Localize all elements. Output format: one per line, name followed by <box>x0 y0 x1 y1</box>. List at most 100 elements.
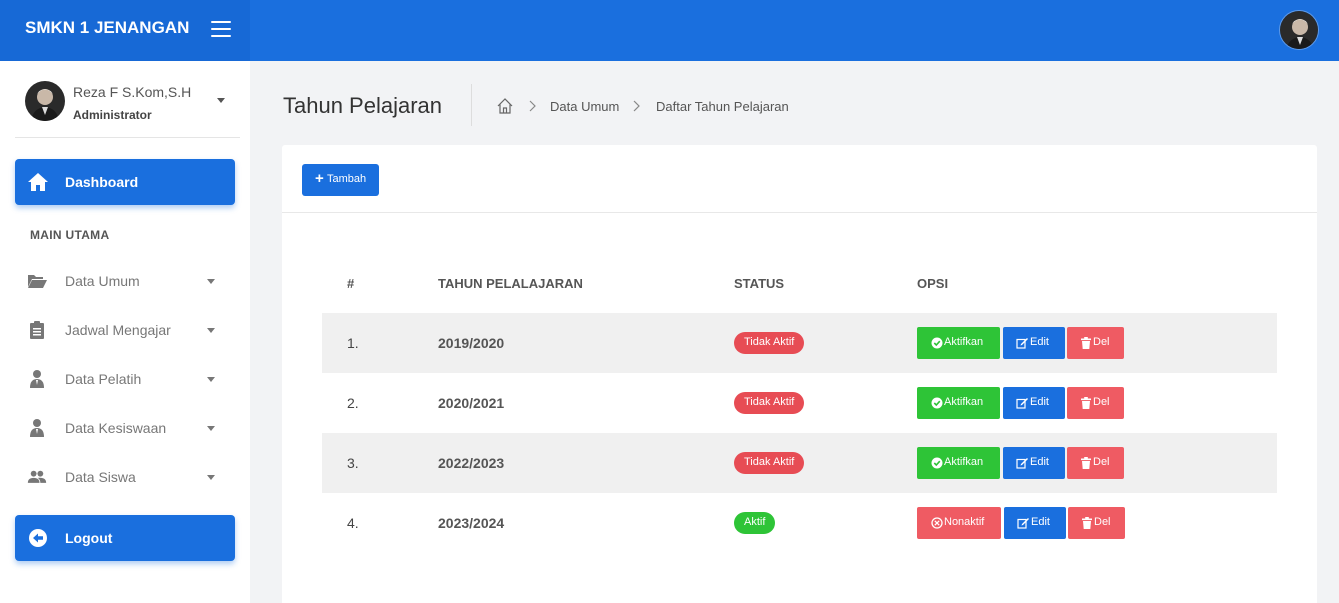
chevron-right-icon <box>633 100 640 112</box>
user-icon <box>30 370 44 388</box>
status-badge: Aktif <box>734 512 776 534</box>
check-circle-icon <box>931 457 943 469</box>
trash-icon <box>1081 397 1091 409</box>
delete-button[interactable]: Del <box>1067 387 1124 419</box>
divider <box>282 212 1317 213</box>
trash-icon <box>1082 517 1092 529</box>
activate-button[interactable]: Aktifkan <box>917 387 1000 419</box>
divider <box>471 84 472 126</box>
trash-icon <box>1081 337 1091 349</box>
check-circle-icon <box>931 337 943 349</box>
delete-label: Del <box>1093 396 1110 408</box>
user-name: Reza F S.Kom,S.H <box>73 84 192 100</box>
table-header-status: STATUS <box>734 276 785 291</box>
delete-button[interactable]: Del <box>1067 327 1124 359</box>
sidebar-item-data-siswa[interactable]: Data Siswa <box>15 457 235 497</box>
row-year: 2019/2020 <box>438 335 505 351</box>
arrow-left-circle-icon <box>29 529 47 547</box>
status-badge: Tidak Aktif <box>734 392 805 414</box>
table-header-no: # <box>347 276 355 291</box>
row-number: 2. <box>347 395 359 411</box>
edit-icon <box>1017 518 1029 529</box>
times-circle-icon <box>931 517 943 529</box>
delete-button[interactable]: Del <box>1068 507 1125 539</box>
edit-icon <box>1016 398 1028 409</box>
table-row: 4. 2023/2024 Aktif Nonaktif Edit Del <box>322 493 1277 553</box>
delete-label: Del <box>1094 516 1111 528</box>
deactivate-label: Nonaktif <box>944 516 985 528</box>
chevron-down-icon[interactable] <box>217 98 225 103</box>
brand-title[interactable]: SMKN 1 JENANGAN <box>25 18 189 38</box>
sidebar-item-label: Data Umum <box>65 273 140 289</box>
sidebar-item-label: Data Pelatih <box>65 371 142 387</box>
sidebar-item-data-umum[interactable]: Data Umum <box>15 261 235 301</box>
top-navbar: SMKN 1 JENANGAN <box>0 0 1339 61</box>
table-row: 2. 2020/2021 Tidak Aktif Aktifkan Edit D… <box>322 373 1277 433</box>
sidebar-item-data-kesiswaan[interactable]: Data Kesiswaan <box>15 408 235 448</box>
sidebar-item-data-pelatih[interactable]: Data Pelatih <box>15 359 235 399</box>
chevron-right-icon <box>529 100 536 112</box>
home-icon[interactable] <box>496 97 514 115</box>
edit-label: Edit <box>1030 396 1049 408</box>
dashboard-button[interactable]: Dashboard <box>15 159 235 205</box>
avatar[interactable] <box>1279 10 1319 50</box>
delete-label: Del <box>1093 456 1110 468</box>
edit-button[interactable]: Edit <box>1003 447 1065 479</box>
edit-label: Edit <box>1030 336 1049 348</box>
sidebar: Reza F S.Kom,S.H Administrator Dashboard… <box>0 61 250 603</box>
edit-icon <box>1016 338 1028 349</box>
table-row: 3. 2022/2023 Tidak Aktif Aktifkan Edit D… <box>322 433 1277 493</box>
content-card: + Tambah # TAHUN PELALAJARAN STATUS OPSI… <box>282 145 1317 603</box>
activate-label: Aktifkan <box>944 336 984 348</box>
check-circle-icon <box>931 397 943 409</box>
users-icon <box>27 470 47 483</box>
edit-button[interactable]: Edit <box>1003 387 1065 419</box>
table-header-options: OPSI <box>917 276 949 291</box>
user-icon <box>30 419 44 437</box>
edit-icon <box>1016 458 1028 469</box>
divider <box>15 137 240 138</box>
sidebar-item-label: Data Kesiswaan <box>65 420 167 436</box>
sidebar-item-jadwal-mengajar[interactable]: Jadwal Mengajar <box>15 310 235 350</box>
add-button[interactable]: + Tambah <box>302 164 379 196</box>
add-button-label: Tambah <box>327 173 367 185</box>
logout-label: Logout <box>65 530 113 546</box>
activate-label: Aktifkan <box>944 396 984 408</box>
row-number: 1. <box>347 335 359 351</box>
delete-button[interactable]: Del <box>1067 447 1124 479</box>
activate-button[interactable]: Aktifkan <box>917 327 1000 359</box>
row-number: 3. <box>347 455 359 471</box>
chevron-down-icon <box>207 279 215 284</box>
chevron-down-icon <box>207 377 215 382</box>
sidebar-item-label: Jadwal Mengajar <box>65 322 171 338</box>
clipboard-icon <box>30 321 44 339</box>
user-profile[interactable]: Reza F S.Kom,S.H Administrator <box>25 81 237 122</box>
row-year: 2022/2023 <box>438 455 505 471</box>
chevron-down-icon <box>207 328 215 333</box>
edit-button[interactable]: Edit <box>1003 327 1065 359</box>
activate-label: Aktifkan <box>944 456 984 468</box>
menu-toggle-icon[interactable] <box>211 20 231 38</box>
section-title: MAIN UTAMA <box>30 228 110 242</box>
home-icon <box>28 173 48 191</box>
logout-button[interactable]: Logout <box>15 515 235 561</box>
table-row: 1. 2019/2020 Tidak Aktif Aktifkan Edit D… <box>322 313 1277 373</box>
user-role: Administrator <box>73 108 152 122</box>
avatar <box>25 81 65 121</box>
edit-label: Edit <box>1031 516 1050 528</box>
breadcrumb-item[interactable]: Data Umum <box>550 99 619 114</box>
status-badge: Tidak Aktif <box>734 452 805 474</box>
brand-area: SMKN 1 JENANGAN <box>0 0 250 61</box>
dashboard-label: Dashboard <box>65 174 139 190</box>
plus-icon: + <box>315 170 324 187</box>
trash-icon <box>1081 457 1091 469</box>
row-number: 4. <box>347 515 359 531</box>
deactivate-button[interactable]: Nonaktif <box>917 507 1001 539</box>
page-title: Tahun Pelajaran <box>283 93 443 118</box>
status-badge: Tidak Aktif <box>734 332 805 354</box>
table-header-year: TAHUN PELALAJARAN <box>438 276 583 291</box>
chevron-down-icon <box>207 475 215 480</box>
activate-button[interactable]: Aktifkan <box>917 447 1000 479</box>
edit-button[interactable]: Edit <box>1004 507 1066 539</box>
chevron-down-icon <box>207 426 215 431</box>
